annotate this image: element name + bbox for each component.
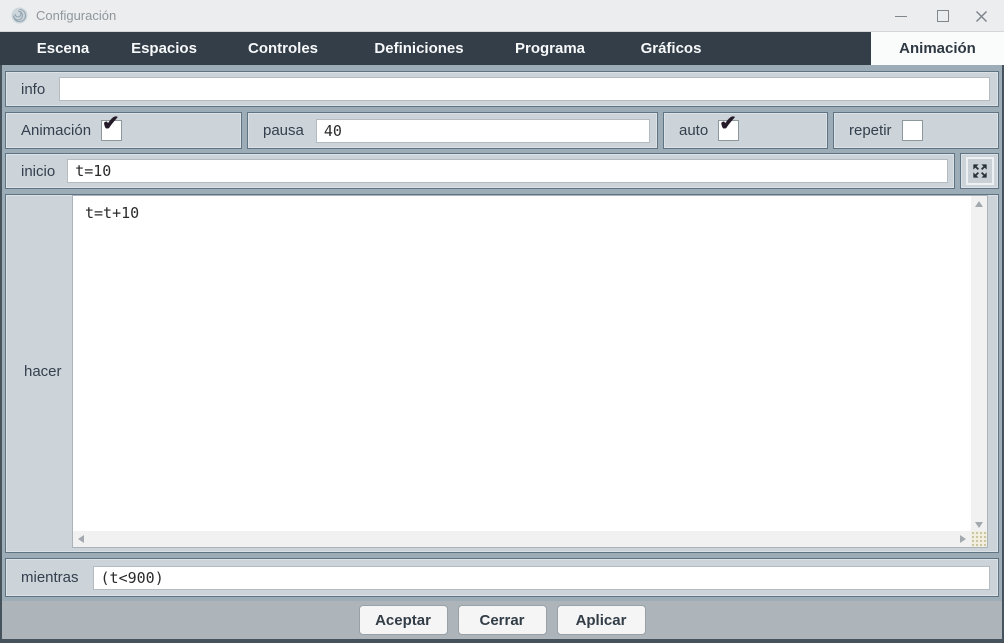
tab-bar: Escena Espacios Controles Definiciones P…: [0, 32, 1004, 65]
info-input[interactable]: [59, 77, 990, 101]
triangle-left-icon: [78, 535, 84, 543]
inicio-row: inicio: [5, 153, 955, 189]
animation-toggle-group: Animación ✔: [5, 112, 242, 149]
tab-graficos[interactable]: Gráficos: [641, 32, 702, 65]
check-icon: ✔: [102, 112, 120, 135]
mientras-label: mientras: [21, 569, 79, 586]
expand-arrows-icon: [972, 164, 987, 178]
vertical-scrollbar[interactable]: [971, 196, 987, 533]
tab-controles[interactable]: Controles: [248, 32, 318, 65]
horizontal-scrollbar[interactable]: [73, 531, 971, 547]
resize-grip[interactable]: [971, 531, 987, 547]
animacion-label: Animación: [21, 122, 92, 139]
info-row: info: [5, 71, 999, 107]
minimize-icon: [895, 15, 907, 17]
auto-checkbox[interactable]: ✔: [718, 113, 740, 141]
expand-button[interactable]: [965, 157, 994, 185]
accept-button[interactable]: Aceptar: [358, 605, 448, 635]
maximize-button[interactable]: [926, 0, 960, 32]
hacer-editor: t=t+10: [72, 195, 988, 548]
repetir-label: repetir: [849, 122, 892, 139]
tab-animacion[interactable]: Animación: [871, 32, 1004, 65]
mientras-row: mientras: [5, 558, 999, 597]
triangle-right-icon: [960, 535, 966, 543]
triangle-up-icon: [975, 201, 983, 207]
inicio-expand-panel: [960, 153, 999, 189]
tab-escena[interactable]: Escena: [37, 32, 90, 65]
scroll-up-button[interactable]: [971, 196, 987, 212]
minimize-button[interactable]: [884, 0, 918, 32]
repetir-checkbox[interactable]: [901, 120, 923, 141]
close-icon: [975, 10, 987, 22]
pausa-label: pausa: [263, 122, 304, 139]
mientras-input[interactable]: [92, 565, 990, 590]
tab-definiciones[interactable]: Definiciones: [374, 32, 463, 65]
animacion-checkbox[interactable]: ✔: [101, 113, 123, 141]
scroll-left-button[interactable]: [73, 531, 89, 547]
pausa-input[interactable]: [315, 118, 650, 143]
tab-espacios[interactable]: Espacios: [131, 32, 197, 65]
close-button[interactable]: [964, 0, 998, 32]
inicio-input[interactable]: [67, 159, 948, 183]
info-label: info: [21, 80, 46, 98]
auto-group: auto ✔: [663, 112, 828, 149]
spiral-logo-icon: [11, 7, 28, 24]
pausa-group: pausa: [247, 112, 658, 149]
window-bottom-border: [0, 639, 1004, 643]
window-left-border: [0, 65, 2, 643]
title-bar: Configuración: [0, 0, 1004, 32]
hacer-label: hacer: [24, 363, 62, 380]
window-title: Configuración: [36, 8, 117, 23]
inicio-label: inicio: [21, 162, 56, 180]
repetir-group: repetir: [833, 112, 999, 149]
configuration-dialog: Configuración Escena Espacios Controles …: [0, 0, 1004, 643]
scroll-right-button[interactable]: [955, 531, 971, 547]
apply-button[interactable]: Aplicar: [556, 605, 646, 635]
dialog-button-bar: Aceptar Cerrar Aplicar: [0, 601, 1004, 639]
triangle-down-icon: [975, 522, 983, 528]
maximize-icon: [937, 10, 949, 22]
hacer-textarea[interactable]: t=t+10: [73, 196, 971, 531]
check-icon: ✔: [719, 112, 737, 135]
tab-programa[interactable]: Programa: [515, 32, 585, 65]
auto-label: auto: [679, 122, 709, 139]
close-dialog-button[interactable]: Cerrar: [457, 605, 547, 635]
